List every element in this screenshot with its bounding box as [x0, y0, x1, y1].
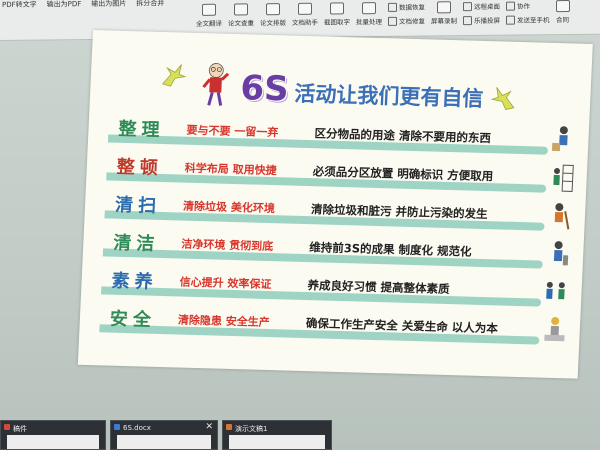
row-head: 整理	[118, 118, 165, 142]
worker-sorting-icon	[551, 126, 568, 152]
row-zhengli: 整理 要与不要 一留一弃 区分物品的用途 清除不要用的东西	[107, 112, 579, 155]
window-preview	[229, 435, 325, 449]
contract-button[interactable]: 合同	[555, 0, 570, 24]
recovery-icon	[388, 2, 397, 12]
row-head: 清洁	[112, 232, 160, 255]
title-6s: 6S	[239, 68, 290, 110]
translate-button[interactable]: 全文翻译	[196, 3, 222, 28]
safety-workers-icon	[544, 317, 565, 342]
row-head: 清扫	[114, 194, 162, 217]
row-keywords: 清除垃圾 美化环境	[182, 199, 276, 216]
check-icon	[234, 3, 248, 16]
export-pdf-button[interactable]: 输出为PDF	[47, 0, 82, 12]
team-members-icon	[546, 281, 565, 300]
screen-record-button[interactable]: 屏幕录制	[431, 1, 457, 25]
window-preview	[7, 435, 99, 449]
row-keywords: 洁净环境 贯彻到底	[181, 237, 274, 254]
close-icon[interactable]: ✕	[205, 422, 213, 432]
taskbar: 稿件 6S.docx ✕ 演示文稿1	[0, 414, 600, 450]
cast-icon	[463, 15, 472, 25]
row-keywords: 信心提升 效率保证	[179, 275, 272, 292]
collab-group: 协作 发送至手机	[506, 0, 550, 25]
row-zhengdun: 整顿 科学布局 取用快捷 必须品分区放置 明确标识 方便取用	[106, 150, 577, 193]
doc-assistant-button[interactable]: 文档助手	[292, 2, 318, 27]
word-doc-icon	[114, 424, 120, 430]
collaborate-button[interactable]: 协作	[506, 0, 550, 11]
plagiarism-check-button[interactable]: 论文查重	[228, 3, 254, 28]
screenshot-icon	[330, 2, 344, 15]
batch-process-button[interactable]: 批量处理	[356, 2, 382, 26]
doc-repair-button[interactable]: 文档修复	[388, 16, 425, 26]
batch-icon	[362, 2, 376, 15]
screen: PDF转文字 输出为PDF 输出为图片 拆分合并 全文翻译 论文查重 论文排版 …	[0, 0, 600, 450]
paper-layout-button[interactable]: 论文排版	[260, 3, 286, 27]
ribbon-tools: 全文翻译 论文查重 论文排版 文档助手 截图取字 批量处理 数据恢复 文档修复 …	[196, 0, 600, 34]
remote-desktop-button[interactable]: 远程桌面	[463, 1, 500, 11]
taskbar-window-3[interactable]: 演示文稿1	[222, 420, 332, 450]
row-qingsao: 清扫 清除垃圾 美化环境 清除垃圾和脏污 并防止污染的发生	[104, 188, 575, 231]
slide-canvas[interactable]: 6S 活动让我们更有自信 整理 要与不要 一留一弃 区分物品的用途 清除不要用的…	[77, 30, 593, 379]
row-head: 安全	[109, 308, 157, 331]
app-icon	[4, 424, 10, 430]
presentation-icon	[226, 424, 232, 430]
worker-shelf-icon	[553, 164, 574, 192]
recovery-group: 数据恢复 文档修复	[388, 2, 425, 26]
window-title: 6S.docx	[123, 424, 151, 432]
row-keywords: 清除隐患 安全生产	[177, 313, 271, 330]
collab-icon	[506, 1, 515, 11]
export-image-button[interactable]: 输出为图片	[91, 0, 126, 11]
phone-icon	[506, 15, 515, 25]
contract-icon	[555, 0, 570, 13]
screenshot-ocr-button[interactable]: 截图取字	[324, 2, 350, 27]
row-suyang: 素养 信心提升 效率保证 养成良好习惯 提高整体素质	[101, 264, 572, 307]
row-qingjie: 清洁 洁净环境 贯彻到底 维持前3S的成果 制度化 规范化	[102, 226, 574, 269]
taskbar-window-2[interactable]: 6S.docx ✕	[110, 420, 218, 450]
row-keywords: 科学布局 取用快捷	[184, 161, 277, 178]
assistant-icon	[298, 2, 312, 15]
sparkle-left-icon	[161, 64, 187, 87]
send-to-phone-button[interactable]: 发送至手机	[506, 14, 550, 25]
record-icon	[437, 1, 451, 14]
row-keywords: 要与不要 一留一弃	[186, 123, 279, 140]
repair-icon	[388, 16, 397, 26]
mascot-figure-icon	[202, 63, 230, 106]
slide-title: 6S 活动让我们更有自信	[240, 68, 485, 115]
window-title: 演示文稿1	[235, 425, 268, 433]
worker-cleaning-icon	[553, 241, 569, 266]
layout-icon	[266, 3, 280, 16]
pdf-to-text-button[interactable]: PDF转文字	[2, 0, 37, 12]
cast-button[interactable]: 乐播投屏	[463, 15, 500, 25]
remote-group: 远程桌面 乐播投屏	[463, 1, 500, 25]
row-head: 整顿	[116, 156, 164, 179]
row-anquan: 安全 清除隐患 安全生产 确保工作生产安全 关爱生命 以人为本	[99, 302, 570, 345]
window-title: 稿件	[13, 425, 27, 433]
taskbar-window-1[interactable]: 稿件	[0, 420, 106, 450]
translate-icon	[202, 3, 216, 16]
worker-sweeping-icon	[554, 203, 570, 230]
row-head: 素养	[111, 270, 159, 293]
split-merge-button[interactable]: 拆分合并	[136, 0, 164, 11]
data-recovery-button[interactable]: 数据恢复	[388, 2, 425, 12]
window-preview	[117, 435, 211, 449]
sparkle-right-icon	[490, 87, 515, 111]
title-text: 活动让我们更有自信	[293, 81, 484, 111]
remote-icon	[463, 1, 472, 11]
